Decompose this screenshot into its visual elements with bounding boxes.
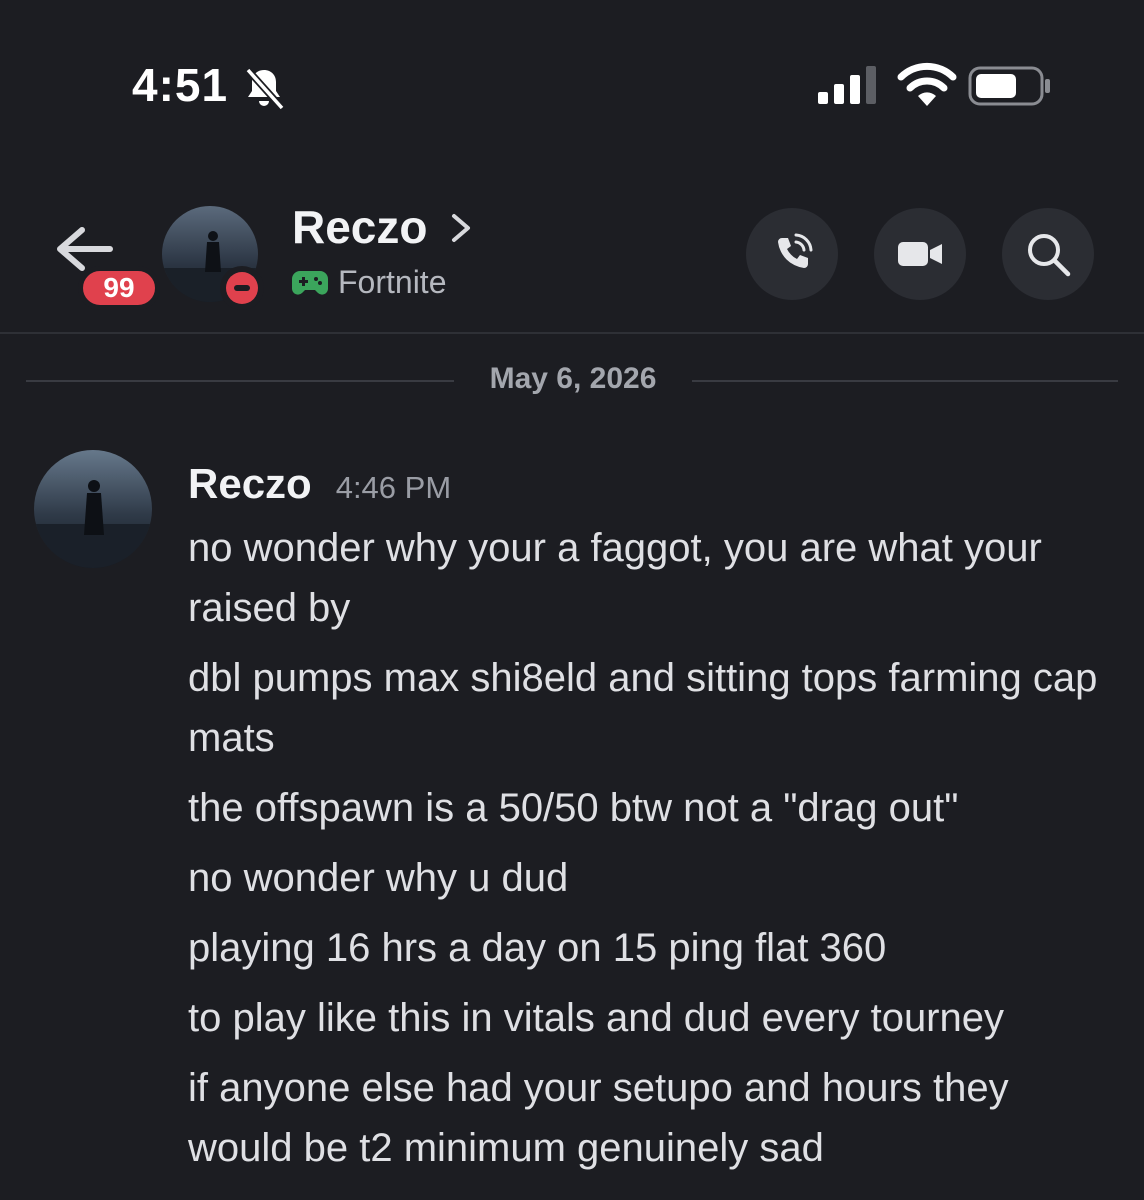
clock-time: 4:51 bbox=[132, 59, 229, 111]
message-body: no wonder why your a faggot, you are wha… bbox=[188, 518, 1118, 1188]
chevron-right-icon[interactable] bbox=[446, 210, 476, 246]
date-divider-label: May 6, 2026 bbox=[489, 362, 657, 395]
bell-slash-icon bbox=[245, 67, 285, 111]
status-bar: 4:51 bbox=[0, 0, 1144, 170]
activity-text: Fortnite bbox=[338, 264, 447, 300]
search-button[interactable] bbox=[1002, 208, 1094, 300]
divider-line bbox=[692, 380, 1118, 382]
unread-count-badge: 99 bbox=[78, 266, 160, 310]
divider-line bbox=[26, 380, 454, 382]
search-icon bbox=[1028, 234, 1071, 277]
message-author[interactable]: Reczo bbox=[188, 460, 312, 508]
video-camera-icon bbox=[898, 242, 942, 266]
message-author-avatar[interactable] bbox=[34, 450, 152, 568]
cellular-signal-icon bbox=[818, 66, 876, 104]
message-line: no wonder why your a faggot, you are wha… bbox=[188, 526, 1042, 630]
date-divider: May 6, 2026 bbox=[26, 356, 1118, 404]
message-line: no wonder why u dud bbox=[188, 856, 569, 900]
message-line: dbl pumps max shi8eld and sitting tops f… bbox=[188, 656, 1098, 760]
contact-name[interactable]: Reczo bbox=[292, 200, 427, 254]
dnd-status-icon bbox=[220, 266, 264, 310]
battery-icon bbox=[968, 66, 1050, 106]
message-timestamp: 4:46 PM bbox=[335, 470, 452, 505]
wifi-icon bbox=[897, 62, 957, 106]
message-line: the offspawn is a 50/50 btw not a "drag … bbox=[188, 786, 959, 830]
message-line: to play like this in vitals and dud ever… bbox=[188, 996, 1004, 1040]
message-line: if anyone else had your setupo and hours… bbox=[188, 1066, 1009, 1170]
chat-header: 99 Reczo Fortnite bbox=[0, 180, 1144, 334]
activity-status: Fortnite bbox=[292, 264, 446, 301]
phone-call-icon bbox=[778, 233, 813, 268]
message-line: playing 16 hrs a day on 15 ping flat 360 bbox=[188, 926, 887, 970]
message-header: Reczo 4:46 PM bbox=[188, 460, 451, 508]
gamepad-icon bbox=[292, 270, 328, 295]
video-call-button[interactable] bbox=[874, 208, 966, 300]
voice-call-button[interactable] bbox=[746, 208, 838, 300]
